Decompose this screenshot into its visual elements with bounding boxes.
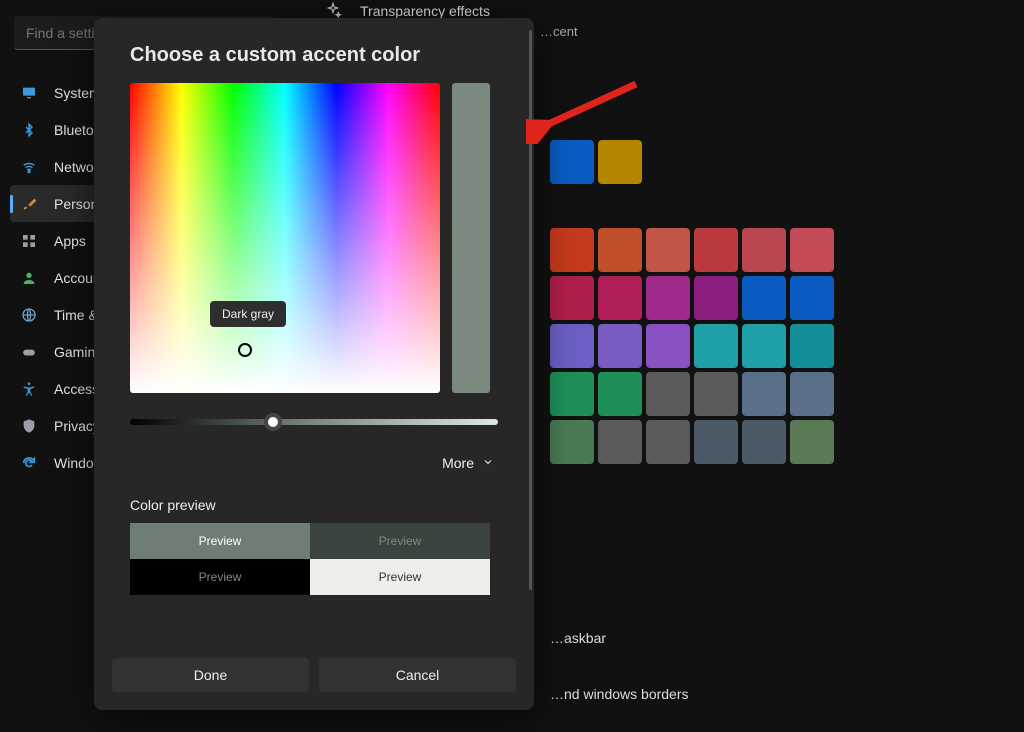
accent-color-swatch[interactable] [694, 228, 738, 272]
accent-color-swatch[interactable] [790, 372, 834, 416]
accent-color-swatch[interactable] [598, 228, 642, 272]
color-preview-grid: Preview Preview Preview Preview [130, 523, 490, 595]
apps-icon [20, 232, 38, 250]
accent-color-swatch[interactable] [742, 228, 786, 272]
accent-color-swatch[interactable] [550, 372, 594, 416]
accent-color-swatch[interactable] [646, 228, 690, 272]
person-icon [20, 269, 38, 287]
accent-color-swatch[interactable] [646, 276, 690, 320]
sidebar-item-label: Apps [54, 233, 86, 249]
more-expander[interactable]: More [94, 425, 534, 471]
accent-color-swatch[interactable] [790, 228, 834, 272]
current-color-swatch [452, 83, 490, 393]
accent-color-grid [550, 140, 1024, 468]
accent-color-swatch[interactable] [646, 420, 690, 464]
chevron-down-icon [482, 455, 494, 471]
accent-color-swatch[interactable] [742, 420, 786, 464]
accent-color-swatch[interactable] [598, 276, 642, 320]
value-slider[interactable] [130, 419, 498, 425]
accent-color-swatch[interactable] [598, 324, 642, 368]
accent-hint-text: …cent [540, 24, 1024, 39]
color-tooltip: Dark gray [210, 301, 286, 327]
accent-color-swatch[interactable] [694, 324, 738, 368]
value-slider-handle[interactable] [264, 413, 282, 431]
accent-color-swatch[interactable] [790, 324, 834, 368]
accent-color-swatch[interactable] [598, 372, 642, 416]
accent-color-swatch[interactable] [550, 228, 594, 272]
preview-tile-2: Preview [310, 523, 490, 559]
refresh-icon [20, 454, 38, 472]
preview-tile-4: Preview [310, 559, 490, 595]
accent-color-swatch[interactable] [598, 420, 642, 464]
recent-color-swatch[interactable] [598, 140, 642, 184]
accent-color-swatch[interactable] [550, 276, 594, 320]
sv-handle[interactable] [238, 343, 252, 357]
accent-color-swatch[interactable] [790, 420, 834, 464]
more-label: More [442, 455, 474, 471]
accent-color-swatch[interactable] [742, 276, 786, 320]
gamepad-icon [20, 343, 38, 361]
accent-color-swatch[interactable] [646, 324, 690, 368]
monitor-icon [20, 84, 38, 102]
wifi-icon [20, 158, 38, 176]
accent-color-swatch[interactable] [694, 276, 738, 320]
accent-color-swatch[interactable] [742, 324, 786, 368]
saturation-value-canvas[interactable]: Dark gray [130, 83, 440, 393]
accent-color-swatch[interactable] [742, 372, 786, 416]
recent-color-swatch[interactable] [550, 140, 594, 184]
globe-icon [20, 306, 38, 324]
custom-accent-color-dialog: Choose a custom accent color Dark gray M… [94, 18, 534, 710]
brush-icon [20, 195, 38, 213]
preview-tile-3: Preview [130, 559, 310, 595]
preview-tile-1: Preview [130, 523, 310, 559]
done-button[interactable]: Done [112, 658, 309, 692]
dialog-title: Choose a custom accent color [94, 18, 534, 83]
accent-color-swatch[interactable] [694, 420, 738, 464]
accessibility-icon [20, 380, 38, 398]
accent-color-swatch[interactable] [790, 276, 834, 320]
accent-color-swatch[interactable] [550, 324, 594, 368]
shield-icon [20, 417, 38, 435]
accent-color-swatch[interactable] [646, 372, 690, 416]
cancel-button[interactable]: Cancel [319, 658, 516, 692]
window-borders-accent-row[interactable]: …nd windows borders [550, 666, 689, 722]
bluetooth-icon [20, 121, 38, 139]
color-preview-heading: Color preview [94, 471, 534, 523]
transparency-label: Transparency effects [360, 3, 490, 19]
accent-color-swatch[interactable] [694, 372, 738, 416]
accent-color-swatch[interactable] [550, 420, 594, 464]
dialog-scrollbar[interactable] [529, 30, 532, 590]
taskbar-accent-row[interactable]: …askbar [550, 610, 689, 666]
